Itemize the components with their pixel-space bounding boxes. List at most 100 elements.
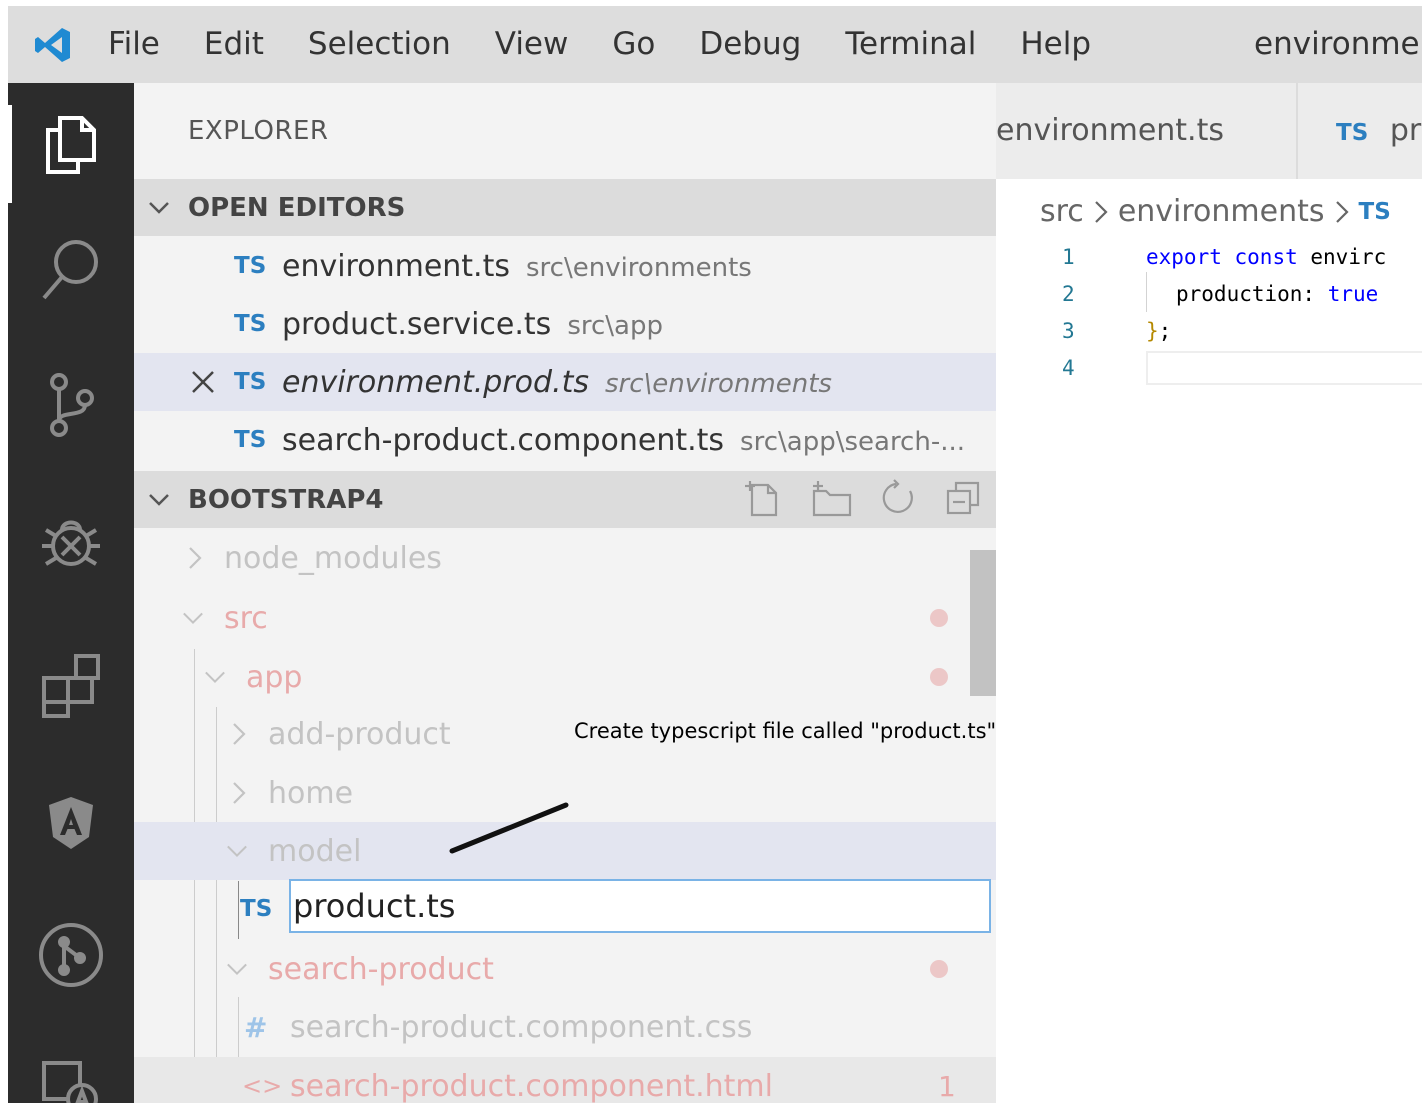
open-editor-item[interactable]: TS environment.ts src\environments: [134, 237, 996, 295]
menu-terminal[interactable]: Terminal: [845, 6, 976, 83]
open-editor-item[interactable]: TS product.service.ts src\app: [134, 295, 996, 353]
tutorial-annotation: Create typescript file called "product.t…: [574, 719, 996, 743]
open-editor-name: search-product.component.ts src\app\searc…: [282, 422, 966, 458]
open-editor-name: product.service.ts src\app: [282, 306, 663, 342]
new-folder-icon[interactable]: [810, 479, 854, 521]
problems-count-badge: 1: [938, 1069, 956, 1103]
chevron-right-icon: [232, 764, 254, 822]
menu-help[interactable]: Help: [1020, 6, 1091, 83]
tree-label: model: [268, 833, 362, 869]
indent-guide: [1146, 272, 1147, 312]
open-editor-item-active[interactable]: TS environment.prod.ts src\environments: [134, 353, 996, 411]
chevron-down-icon: [182, 589, 204, 647]
sidebar-scrollbar-thumb[interactable]: [970, 550, 996, 696]
git-graph-icon[interactable]: [8, 905, 134, 1005]
project-label: BOOTSTRAP4: [188, 484, 384, 515]
menu-file[interactable]: File: [108, 6, 160, 83]
typescript-file-icon: TS: [234, 253, 267, 279]
project-header[interactable]: BOOTSTRAP4: [134, 471, 996, 528]
explorer-sidebar: EXPLORER OPEN EDITORS TS environment.ts s…: [134, 83, 996, 1103]
modified-dot-icon: [930, 668, 948, 686]
editor-tabs: environment.ts TS pr: [996, 83, 1422, 179]
tree-label: app: [246, 659, 303, 695]
breadcrumb-src[interactable]: src: [1040, 183, 1084, 241]
debug-icon[interactable]: [8, 493, 134, 593]
typescript-file-icon: TS: [234, 311, 267, 337]
tree-label: search-product.component.html: [290, 1068, 773, 1103]
open-editor-path: src\app\search-...: [740, 426, 966, 457]
chevron-down-icon: [204, 648, 226, 706]
chevron-right-icon: [1094, 200, 1108, 224]
tree-label: add-product: [268, 716, 451, 752]
breadcrumb-environments[interactable]: environments: [1118, 183, 1325, 241]
line-number: 4: [1062, 356, 1075, 380]
open-editor-name: environment.prod.ts src\environments: [282, 364, 832, 400]
vscode-logo-icon: [22, 6, 84, 83]
annotation-arrow-line: [449, 802, 569, 854]
current-line-highlight: [1146, 351, 1422, 385]
chevron-right-icon: [232, 705, 254, 763]
menu-go[interactable]: Go: [612, 6, 655, 83]
close-icon[interactable]: [190, 353, 216, 411]
code-line-2: production: true: [1176, 282, 1379, 306]
open-editor-path: src\environments: [604, 368, 832, 399]
tab-product-service[interactable]: TS pr: [1336, 83, 1421, 179]
breadcrumb: src environments TS: [1040, 183, 1391, 241]
new-file-name-input[interactable]: [289, 879, 991, 933]
tree-folder-src[interactable]: src: [134, 589, 996, 647]
line-number: 3: [1062, 319, 1075, 343]
tree-file-html[interactable]: <> search-product.component.html 1: [134, 1057, 996, 1103]
open-editors-header[interactable]: OPEN EDITORS: [134, 179, 996, 236]
typescript-file-icon: TS: [234, 369, 267, 395]
typescript-file-icon: TS: [1336, 120, 1369, 146]
modified-dot-icon: [930, 960, 948, 978]
translate-icon[interactable]: [8, 1035, 134, 1103]
typescript-file-icon: TS: [234, 427, 267, 453]
tree-label: home: [268, 775, 354, 811]
menu-view[interactable]: View: [495, 6, 569, 83]
menu-edit[interactable]: Edit: [204, 6, 264, 83]
explorer-icon[interactable]: [8, 93, 134, 203]
modified-dot-icon: [930, 609, 948, 627]
open-editors-label: OPEN EDITORS: [188, 192, 406, 223]
typescript-file-icon: TS: [1358, 199, 1391, 225]
tree-label: search-product.component.css: [290, 1009, 753, 1045]
extensions-icon[interactable]: [8, 635, 134, 735]
project-actions: [744, 471, 982, 528]
vscode-window: File Edit Selection View Go Debug Termin…: [8, 6, 1422, 1103]
tab-environment-ts[interactable]: environment.ts: [996, 83, 1224, 179]
source-control-icon[interactable]: [8, 355, 134, 455]
html-file-icon: <>: [242, 1072, 283, 1100]
tab-label: pr: [1389, 113, 1422, 148]
chevron-right-icon: [188, 529, 210, 587]
collapse-all-icon[interactable]: [944, 479, 982, 521]
open-editor-item[interactable]: TS search-product.component.ts src\app\se…: [134, 411, 996, 469]
open-editor-name: environment.ts src\environments: [282, 248, 752, 284]
menu-debug[interactable]: Debug: [699, 6, 801, 83]
chevron-down-icon: [148, 201, 170, 215]
window-title: environmen: [1254, 26, 1422, 62]
menu-selection[interactable]: Selection: [308, 6, 451, 83]
angular-icon[interactable]: [8, 773, 134, 873]
tree-folder-search-product[interactable]: search-product: [134, 940, 996, 998]
open-editor-path: src\app: [567, 310, 663, 341]
tree-label: src: [224, 600, 268, 636]
code-line-3: };: [1146, 319, 1172, 343]
typescript-file-icon: TS: [240, 896, 273, 922]
editor-area: environment.ts TS pr src environments TS…: [996, 83, 1422, 1103]
css-file-icon: #: [244, 1010, 268, 1044]
sidebar-title: EXPLORER: [188, 116, 329, 146]
chevron-down-icon: [226, 940, 248, 998]
tree-folder-node-modules[interactable]: node_modules: [134, 529, 996, 587]
tab-separator: [1296, 83, 1298, 179]
open-editor-path: src\environments: [526, 252, 752, 283]
chevron-down-icon: [148, 493, 170, 507]
tree-file-css[interactable]: # search-product.component.css: [134, 998, 996, 1056]
new-file-icon[interactable]: [744, 479, 784, 521]
search-icon[interactable]: [8, 221, 134, 321]
refresh-icon[interactable]: [880, 478, 918, 521]
tree-folder-app[interactable]: app: [134, 648, 996, 706]
chevron-down-icon: [226, 822, 248, 880]
code-line-1: export const envirc: [1146, 245, 1387, 269]
line-number: 2: [1062, 282, 1075, 306]
